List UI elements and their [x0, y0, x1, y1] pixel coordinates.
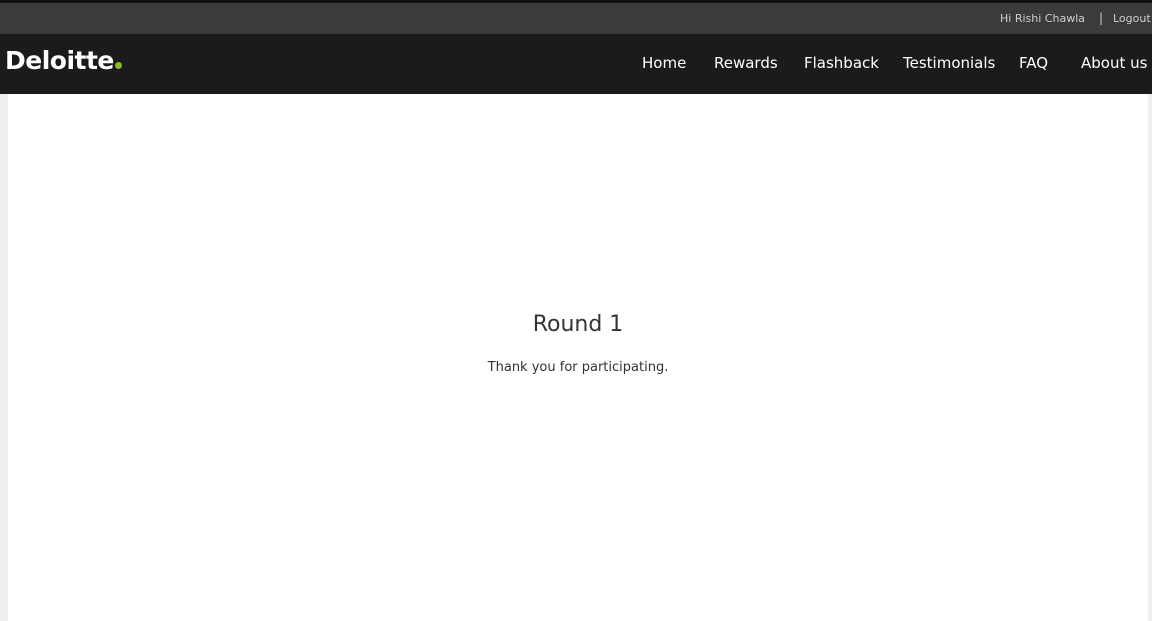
nav-home[interactable]: Home — [642, 54, 686, 72]
main-navbar: Deloitte Home Rewards Flashback Testimon… — [0, 34, 1152, 94]
utility-bar: Hi Rishi Chawla | Logout — [0, 3, 1152, 34]
round-title: Round 1 — [532, 312, 624, 337]
nav-flashback[interactable]: Flashback — [804, 54, 879, 72]
nav-testimonials[interactable]: Testimonials — [903, 54, 995, 72]
logo-green-dot-icon — [114, 62, 122, 69]
content-panel: Round 1 Thank you for participating. — [8, 94, 1148, 621]
thank-you-message: Thank you for participating. — [487, 360, 669, 375]
user-greeting: Hi Rishi Chawla — [1000, 12, 1085, 25]
logout-link[interactable]: Logout — [1113, 12, 1151, 25]
logo-wordmark: Deloitte — [5, 46, 114, 75]
nav-rewards[interactable]: Rewards — [714, 54, 778, 72]
nav-about-us[interactable]: About us — [1081, 54, 1147, 72]
deloitte-logo[interactable]: Deloitte — [5, 46, 122, 75]
nav-faq[interactable]: FAQ — [1019, 54, 1048, 72]
header-separator: | — [1099, 11, 1104, 25]
